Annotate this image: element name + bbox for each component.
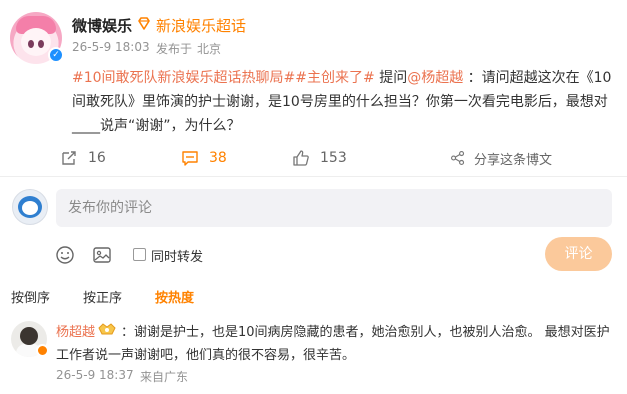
repost-checkbox[interactable]: [133, 248, 146, 261]
commenter-name[interactable]: 杨超越: [56, 321, 95, 340]
image-upload-icon[interactable]: [92, 245, 112, 265]
avatar-face: [21, 28, 51, 56]
repost-icon: [62, 151, 76, 165]
repost-button[interactable]: 16: [60, 146, 106, 170]
submit-comment-button[interactable]: 评论: [545, 237, 612, 271]
commenter-verified-icon: [36, 344, 49, 357]
hashtag-link[interactable]: #主创来了#: [295, 70, 374, 86]
repost-checkbox-label[interactable]: 同时转发: [151, 246, 203, 265]
super-topic-link[interactable]: 新浪娱乐超话: [156, 15, 246, 36]
section-divider: [0, 176, 627, 177]
verified-badge-icon: ✓: [48, 47, 64, 63]
post-source-label: 发布于: [156, 42, 193, 56]
repost-count: 16: [88, 150, 106, 166]
sort-tab-hot[interactable]: 按热度: [155, 287, 194, 306]
comment-timestamp: 26-5-9 18:37: [56, 368, 134, 382]
comment-input[interactable]: [56, 189, 612, 227]
sort-tab-reverse[interactable]: 按倒序: [11, 287, 50, 306]
post-timestamp[interactable]: 26-5-9 18:03: [72, 40, 150, 54]
like-count: 153: [320, 150, 347, 166]
comment-text: ：谢谢是护士，也是10间病房隐藏的患者，她治愈别人，也被别人治愈。 最想对医护工…: [56, 325, 610, 363]
sort-tab-chronological[interactable]: 按正序: [83, 287, 122, 306]
thumbs-up-icon: [293, 150, 309, 166]
mention-link[interactable]: @杨超越: [407, 70, 463, 86]
comment-count: 38: [209, 150, 227, 166]
comment-icon: [182, 151, 198, 166]
comment-location: 来自广东: [140, 370, 189, 384]
comment-button[interactable]: 38: [181, 146, 227, 170]
avatar-eye: [28, 40, 34, 48]
share-label: 分享这条博文: [474, 152, 553, 168]
avatar-eye: [38, 40, 44, 48]
post-body: #10间敢死队新浪娱乐超话热聊局##主创来了# 提问@杨超越 ：请问超越这次在《…: [72, 66, 620, 138]
current-user-avatar[interactable]: [12, 189, 48, 225]
super-topic-diamond-icon: [138, 17, 150, 30]
post-location: 北京: [197, 42, 222, 56]
avatar-face: [22, 201, 38, 215]
like-button[interactable]: 153: [292, 146, 347, 170]
hashtag-link[interactable]: #10间敢死队新浪娱乐超话热聊局#: [72, 70, 295, 86]
fan-level-badge-icon: [98, 323, 116, 335]
ask-prefix: 提问: [374, 70, 408, 86]
avatar-shape: [20, 327, 38, 345]
emoji-icon[interactable]: [55, 245, 75, 265]
share-icon: [451, 151, 465, 165]
author-name[interactable]: 微博娱乐: [72, 15, 132, 36]
share-button[interactable]: 分享这条博文: [450, 146, 552, 170]
